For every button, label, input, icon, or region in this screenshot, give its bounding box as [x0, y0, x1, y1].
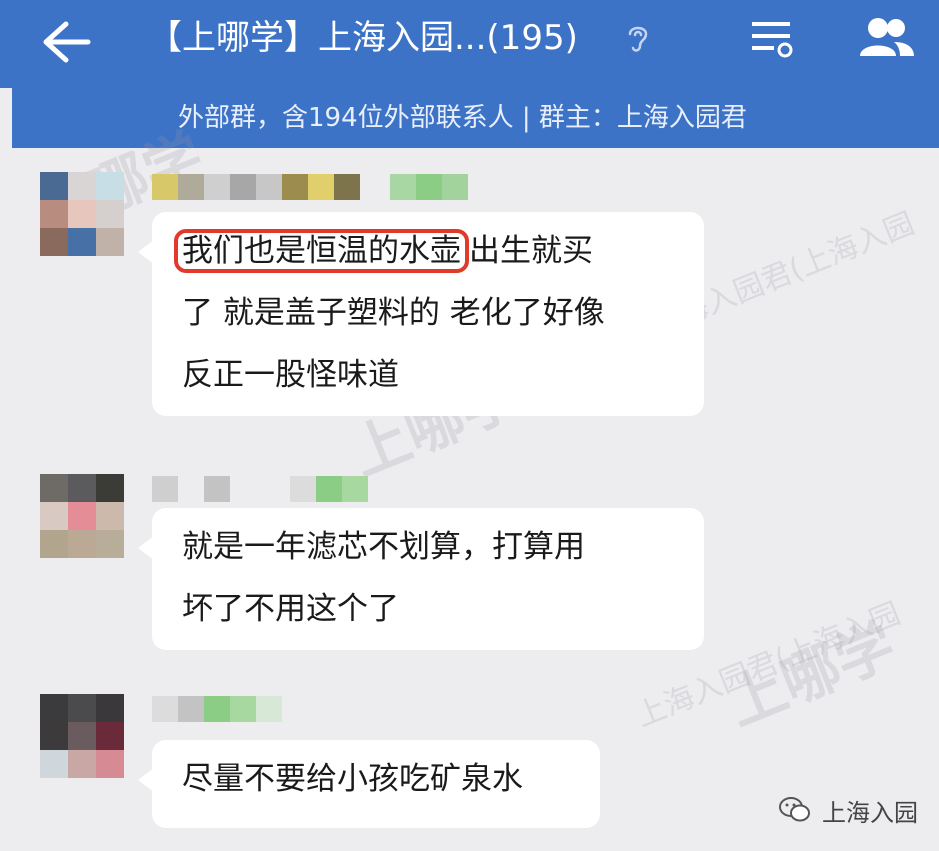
members-button[interactable]: [856, 14, 916, 62]
message-line: 了 就是盖子塑料的 老化了好像: [182, 295, 605, 331]
menu-icon: [752, 22, 793, 58]
avatar[interactable]: [40, 474, 124, 558]
watermark: 上哪学: [717, 610, 905, 739]
message-line: 我们也是恒温的水壶 出生就买: [174, 220, 674, 282]
wechat-icon: [779, 797, 810, 822]
ear-icon: [628, 26, 648, 52]
chat-title: 【上哪学】上海入园...(195): [148, 18, 578, 58]
message-bubble[interactable]: 我们也是恒温的水壶 出生就买 了 就是盖子塑料的 老化了好像 反正一股怪味道: [138, 212, 704, 416]
members-icon: [860, 18, 914, 56]
highlighted-phrase: 我们也是恒温的水壶: [174, 229, 469, 273]
avatar[interactable]: [40, 172, 124, 256]
sender-name-blurred: [152, 174, 468, 200]
message-bubble[interactable]: 尽量不要给小孩吃矿泉水: [138, 740, 600, 828]
chat-header: 【上哪学】上海入园...(195): [0, 0, 939, 88]
back-arrow-icon: [43, 21, 91, 63]
footer-brand: 上海入园: [778, 792, 918, 828]
back-button[interactable]: [36, 12, 96, 72]
message-line: 反正一股怪味道: [182, 357, 399, 393]
group-info-text: 外部群，含194位外部联系人 | 群主：上海入园君: [178, 103, 747, 133]
avatar[interactable]: [40, 694, 124, 778]
footer-brand-text: 上海入园: [822, 798, 918, 827]
message-text: 出生就买: [469, 233, 593, 269]
message-bubble[interactable]: 就是一年滤芯不划算，打算用 坏了不用这个了: [138, 508, 704, 650]
message-line: 尽量不要给小孩吃矿泉水: [182, 761, 523, 797]
menu-button[interactable]: [748, 14, 796, 62]
sender-name-blurred: [152, 476, 368, 502]
message-line: 就是一年滤芯不划算，打算用: [182, 529, 585, 565]
group-info-bar[interactable]: 外部群，含194位外部联系人 | 群主：上海入园君: [12, 88, 939, 148]
sender-name-blurred: [152, 696, 282, 722]
message-line: 坏了不用这个了: [182, 591, 399, 627]
left-edge: [0, 88, 12, 148]
